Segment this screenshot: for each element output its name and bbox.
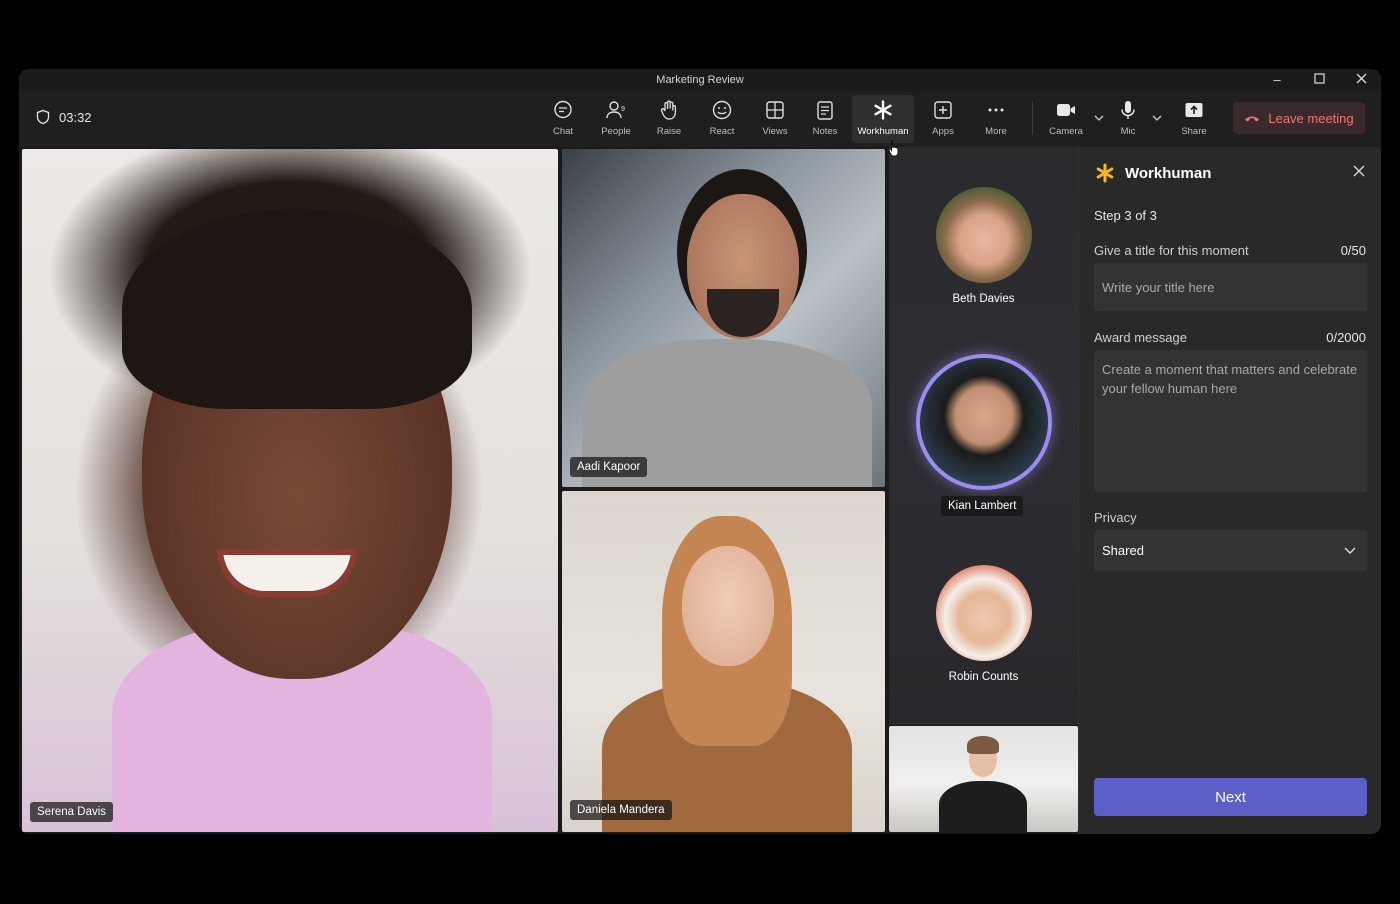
rail-participant-name: Kian Lambert xyxy=(941,496,1024,516)
rail-participant-name: Robin Counts xyxy=(948,671,1019,683)
people-icon: 9 xyxy=(606,101,625,119)
react-button[interactable]: React xyxy=(693,95,751,143)
camera-button[interactable]: Camera xyxy=(1037,95,1095,143)
maximize-button[interactable] xyxy=(1306,71,1332,89)
share-icon xyxy=(1185,103,1203,117)
camera-label: Camera xyxy=(1049,126,1083,137)
avatar-robin-counts[interactable] xyxy=(936,565,1032,661)
title-field-label: Give a title for this moment xyxy=(1094,243,1249,258)
mouse-cursor-icon xyxy=(888,140,899,157)
step-indicator: Step 3 of 3 xyxy=(1094,208,1157,223)
share-label: Share xyxy=(1181,126,1207,137)
participant-name-tag: Daniela Mandera xyxy=(570,800,672,820)
jacket-shape xyxy=(939,781,1027,832)
mic-options-chevron-down-icon[interactable] xyxy=(1150,111,1164,125)
meeting-toolbar: 03:32 Chat 9 People Raise React Views No… xyxy=(19,91,1381,147)
more-label: More xyxy=(985,126,1007,137)
notes-button[interactable]: Notes xyxy=(796,95,854,143)
rail-participant-name: Beth Davies xyxy=(952,293,1015,305)
mic-icon xyxy=(1121,101,1135,119)
privacy-dropdown[interactable]: Shared xyxy=(1094,530,1367,571)
message-char-count: 0/2000 xyxy=(1326,330,1366,345)
leave-meeting-label: Leave meeting xyxy=(1268,110,1354,126)
phone-hangup-icon xyxy=(1245,116,1260,122)
toolbar-divider xyxy=(1032,101,1033,135)
next-button[interactable]: Next xyxy=(1094,778,1367,816)
workhuman-logo-icon xyxy=(1096,163,1114,183)
grid-icon xyxy=(766,101,784,119)
mic-button[interactable]: Mic xyxy=(1099,95,1157,143)
workhuman-panel: Workhuman Step 3 of 3 Give a title for t… xyxy=(1078,147,1381,834)
camera-icon xyxy=(1057,104,1075,116)
chevron-down-icon xyxy=(1344,547,1356,554)
asterisk-icon xyxy=(874,100,892,120)
share-button[interactable]: Share xyxy=(1165,95,1223,143)
mic-label: Mic xyxy=(1120,126,1136,137)
message-placeholder: Create a moment that matters and celebra… xyxy=(1102,362,1358,396)
hair-shape xyxy=(122,209,472,409)
title-bar: Marketing Review – xyxy=(19,69,1381,91)
hand-icon xyxy=(660,100,677,120)
raise-hand-button[interactable]: Raise xyxy=(640,95,698,143)
react-label: React xyxy=(709,126,735,137)
next-label: Next xyxy=(1215,788,1246,806)
workhuman-label: Workhuman xyxy=(857,126,909,137)
video-tile-bottom[interactable]: Daniela Mandera xyxy=(562,491,885,832)
close-icon xyxy=(1356,73,1366,84)
participant-name-tag: Aadi Kapoor xyxy=(570,457,648,477)
maximize-icon xyxy=(1313,73,1325,84)
shield-icon xyxy=(36,109,50,125)
face-shape xyxy=(682,546,774,666)
avatar-beth-davies[interactable] xyxy=(936,187,1032,283)
participant-rail: Beth Davies Kian Lambert Robin Counts xyxy=(889,147,1078,725)
meeting-window: Marketing Review – 03:32 Chat 9 People R… xyxy=(19,69,1381,834)
apps-button[interactable]: Apps xyxy=(914,95,972,143)
people-label: People xyxy=(601,126,631,137)
meeting-timer: 03:32 xyxy=(35,109,92,125)
message-field-label: Award message xyxy=(1094,330,1187,345)
panel-title: Workhuman xyxy=(1125,164,1212,182)
timer-text: 03:32 xyxy=(59,109,92,125)
close-window-button[interactable] xyxy=(1348,71,1374,89)
raise-label: Raise xyxy=(656,126,682,137)
title-input[interactable]: Write your title here xyxy=(1094,263,1367,311)
views-label: Views xyxy=(762,126,788,137)
chat-label: Chat xyxy=(552,126,574,137)
privacy-label: Privacy xyxy=(1094,510,1137,525)
more-button[interactable]: More xyxy=(967,95,1025,143)
video-tile-main[interactable]: Serena Davis xyxy=(22,149,558,832)
video-tile-top[interactable]: Aadi Kapoor xyxy=(562,149,885,487)
chat-button[interactable]: Chat xyxy=(534,95,592,143)
people-button[interactable]: 9 People xyxy=(587,95,645,143)
participant-name-tag: Serena Davis xyxy=(30,802,114,822)
privacy-value: Shared xyxy=(1102,543,1144,558)
ellipsis-icon xyxy=(988,108,1004,112)
hair-shape xyxy=(967,736,999,754)
notes-icon xyxy=(817,101,833,120)
panel-header: Workhuman xyxy=(1095,163,1211,183)
apps-label: Apps xyxy=(932,126,954,137)
window-title: Marketing Review xyxy=(656,74,744,86)
video-stage: Serena Davis Aadi Kapoor Daniela Mandera… xyxy=(19,147,1078,834)
minimize-button[interactable]: – xyxy=(1264,71,1290,89)
close-icon[interactable] xyxy=(1351,163,1367,179)
avatar-kian-lambert[interactable] xyxy=(916,354,1052,490)
leave-meeting-button[interactable]: Leave meeting xyxy=(1233,102,1365,134)
title-placeholder: Write your title here xyxy=(1102,280,1215,295)
title-char-count: 0/50 xyxy=(1340,243,1366,258)
workhuman-button[interactable]: Workhuman xyxy=(852,95,914,143)
self-view-tile[interactable] xyxy=(889,726,1078,832)
smiley-icon xyxy=(712,100,732,120)
svg-text:9: 9 xyxy=(621,106,625,113)
award-message-textarea[interactable]: Create a moment that matters and celebra… xyxy=(1094,350,1367,492)
chat-icon xyxy=(554,100,572,119)
plus-square-icon xyxy=(934,101,952,119)
notes-label: Notes xyxy=(812,126,838,137)
